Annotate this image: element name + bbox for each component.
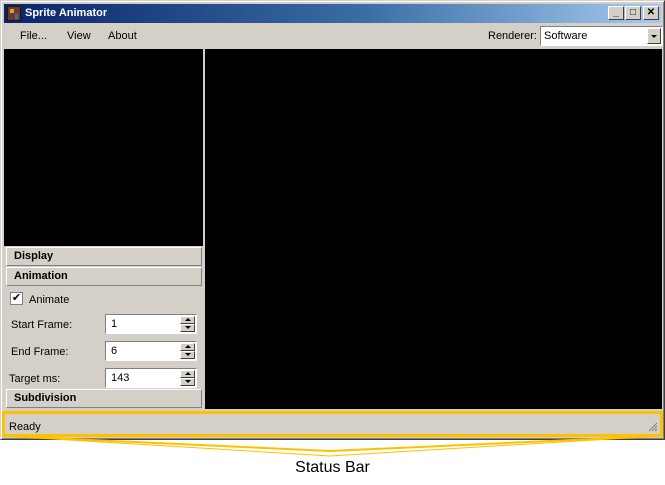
spin-up-icon[interactable]	[180, 343, 195, 351]
menu-file[interactable]: File...	[20, 30, 47, 42]
menu-view[interactable]: View	[67, 30, 91, 42]
resize-grip-icon[interactable]	[648, 422, 658, 432]
spin-down-icon[interactable]	[180, 351, 195, 359]
spin-up-icon[interactable]	[180, 370, 195, 378]
start-frame-spinner[interactable]: 1	[105, 314, 197, 334]
target-ms-value: 143	[111, 372, 130, 384]
spin-down-icon[interactable]	[180, 378, 195, 386]
app-window: Sprite Animator _ □ ✕ File... View About…	[0, 0, 665, 440]
app-icon	[7, 6, 21, 21]
renderer-value: Software	[544, 30, 588, 42]
chevron-down-icon[interactable]	[647, 28, 661, 44]
sprite-preview	[4, 49, 203, 246]
callout-label: Status Bar	[295, 459, 370, 476]
animate-label: Animate	[29, 294, 70, 306]
panel-animation-header[interactable]: Animation	[6, 267, 202, 286]
target-ms-spinner[interactable]: 143	[105, 368, 197, 388]
close-button[interactable]: ✕	[643, 6, 659, 20]
start-frame-value: 1	[111, 318, 118, 330]
start-frame-label: Start Frame:	[11, 319, 73, 331]
renderer-select[interactable]: Software	[540, 26, 663, 46]
animate-checkbox[interactable]: ✔	[10, 292, 23, 305]
title-bar[interactable]: Sprite Animator _ □ ✕	[4, 4, 661, 23]
end-frame-value: 6	[111, 345, 118, 357]
spin-up-icon[interactable]	[180, 316, 195, 324]
minimize-button[interactable]: _	[608, 6, 624, 20]
target-ms-label: Target ms:	[9, 373, 61, 385]
window-title: Sprite Animator	[25, 7, 108, 19]
end-frame-spinner[interactable]: 6	[105, 341, 197, 361]
panel-display-header[interactable]: Display	[6, 247, 202, 266]
menu-about[interactable]: About	[108, 30, 137, 42]
spin-down-icon[interactable]	[180, 324, 195, 332]
panel-subdivision-header[interactable]: Subdivision	[6, 389, 202, 408]
animation-viewport[interactable]	[205, 49, 662, 409]
maximize-button[interactable]: □	[625, 6, 641, 20]
renderer-label: Renderer:	[488, 30, 537, 42]
checkmark-icon: ✔	[11, 292, 22, 304]
end-frame-label: End Frame:	[11, 346, 69, 358]
status-text: Ready	[9, 421, 41, 433]
menu-bar: File... View About Renderer: Software	[4, 25, 663, 47]
